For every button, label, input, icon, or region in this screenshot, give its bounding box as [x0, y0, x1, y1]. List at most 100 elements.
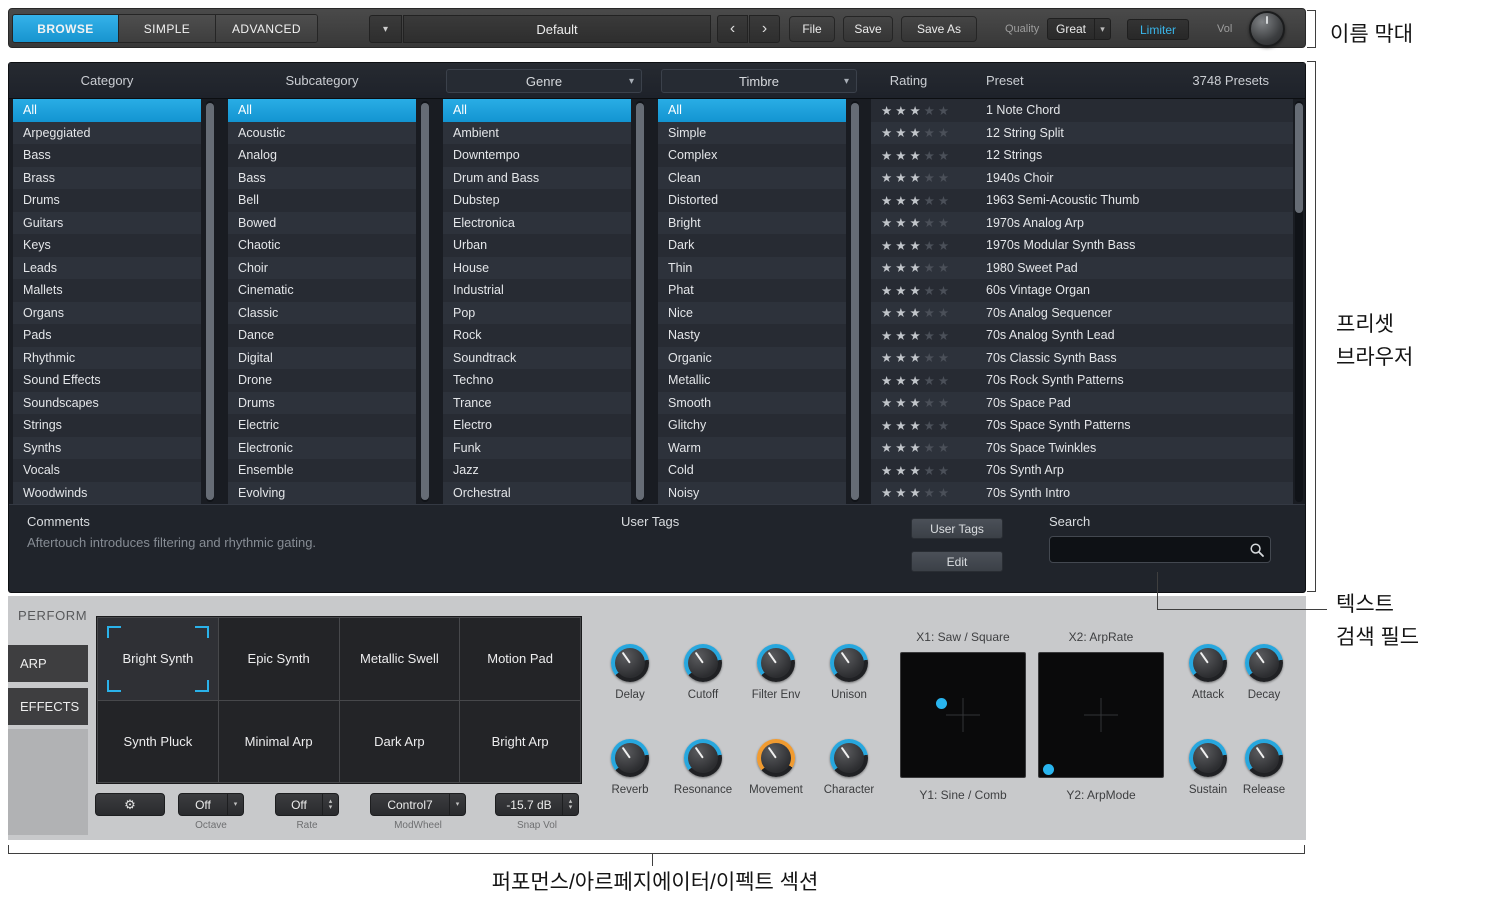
preset-row[interactable]: ★ ★ ★ ★ ★ 1980 Sweet Pad [871, 256, 1293, 279]
subcategory-item[interactable]: Cinematic [228, 279, 416, 302]
timbre-item[interactable]: Nice [658, 301, 846, 324]
category-item[interactable]: Sound Effects [13, 369, 201, 392]
rating-stars[interactable]: ★ ★ ★ ★ ★ [881, 395, 976, 410]
subcategory-item[interactable]: All [228, 99, 416, 122]
category-column-header[interactable]: Category [13, 73, 201, 88]
preset-row[interactable]: ★ ★ ★ ★ ★ 70s Space Twinkles [871, 436, 1293, 459]
subcategory-item[interactable]: Drums [228, 391, 416, 414]
timbre-column-dropdown[interactable]: Timbre ▾ [661, 69, 857, 93]
genre-item[interactable]: Trance [443, 391, 631, 414]
rating-stars[interactable]: ★ ★ ★ ★ ★ [881, 373, 976, 388]
edit-button[interactable]: Edit [911, 551, 1003, 572]
preset-row[interactable]: ★ ★ ★ ★ ★ 1963 Semi-Acoustic Thumb [871, 189, 1293, 212]
preset-row[interactable]: ★ ★ ★ ★ ★ 12 String Split [871, 121, 1293, 144]
rating-stars[interactable]: ★ ★ ★ ★ ★ [881, 170, 976, 185]
reverb-knob[interactable] [611, 739, 649, 777]
timbre-item[interactable]: Thin [658, 256, 846, 279]
preset-row[interactable]: ★ ★ ★ ★ ★ 1 Note Chord [871, 99, 1293, 122]
genre-item[interactable]: Ambient [443, 121, 631, 144]
rating-column-header[interactable]: Rating [871, 73, 946, 88]
rating-stars[interactable]: ★ ★ ★ ★ ★ [881, 463, 976, 478]
xy-handle[interactable] [1043, 764, 1054, 775]
timbre-item[interactable]: Warm [658, 436, 846, 459]
subcategory-item[interactable]: Classic [228, 301, 416, 324]
timbre-item[interactable]: Smooth [658, 391, 846, 414]
perform-pad[interactable]: Bright Arp [460, 700, 580, 782]
genre-item[interactable]: Orchestral [443, 481, 631, 504]
user-tags-button[interactable]: User Tags [911, 518, 1003, 539]
genre-item[interactable]: Urban [443, 234, 631, 257]
preset-row[interactable]: ★ ★ ★ ★ ★ 1970s Modular Synth Bass [871, 234, 1293, 257]
perform-pad[interactable]: Metallic Swell [339, 618, 460, 700]
subcategory-item[interactable]: Bass [228, 166, 416, 189]
category-item[interactable]: Organs [13, 301, 201, 324]
rating-stars[interactable]: ★ ★ ★ ★ ★ [881, 103, 976, 118]
rating-stars[interactable]: ★ ★ ★ ★ ★ [881, 238, 976, 253]
genre-column-dropdown[interactable]: Genre ▾ [446, 69, 642, 93]
subcategory-item[interactable]: Choir [228, 256, 416, 279]
preset-menu-button[interactable]: ▾ [369, 15, 402, 43]
rating-stars[interactable]: ★ ★ ★ ★ ★ [881, 440, 976, 455]
xy-pad-2[interactable] [1038, 652, 1164, 778]
preset-row[interactable]: ★ ★ ★ ★ ★ 70s Analog Sequencer [871, 301, 1293, 324]
xy-handle[interactable] [936, 698, 947, 709]
scrollbar-thumb[interactable] [421, 103, 429, 500]
next-preset-button[interactable]: › [749, 15, 780, 43]
preset-row[interactable]: ★ ★ ★ ★ ★ 1970s Analog Arp [871, 211, 1293, 234]
modwheel-dropdown[interactable]: Control7 ▾ [370, 793, 466, 816]
genre-item[interactable]: Electronica [443, 211, 631, 234]
tab-simple[interactable]: SIMPLE [119, 15, 216, 42]
subcategory-item[interactable]: Bowed [228, 211, 416, 234]
rating-stars[interactable]: ★ ★ ★ ★ ★ [881, 328, 976, 343]
timbre-item[interactable]: Phat [658, 279, 846, 302]
category-item[interactable]: Rhythmic [13, 346, 201, 369]
save-as-button[interactable]: Save As [901, 16, 977, 42]
subcategory-item[interactable]: Bell [228, 189, 416, 212]
genre-item[interactable]: Funk [443, 436, 631, 459]
preset-row[interactable]: ★ ★ ★ ★ ★ 1940s Choir [871, 166, 1293, 189]
release-knob[interactable] [1245, 739, 1283, 777]
scrollbar-thumb[interactable] [1295, 103, 1303, 213]
genre-item[interactable]: All [443, 99, 631, 122]
genre-item[interactable]: Dubstep [443, 189, 631, 212]
category-item[interactable]: Guitars [13, 211, 201, 234]
sustain-knob[interactable] [1189, 739, 1227, 777]
genre-item[interactable]: Drum and Bass [443, 166, 631, 189]
category-item[interactable]: Vocals [13, 459, 201, 482]
subcategory-item[interactable]: Electric [228, 414, 416, 437]
subcategory-scrollbar[interactable] [421, 101, 429, 502]
tab-perform[interactable]: PERFORM [18, 608, 87, 623]
genre-item[interactable]: House [443, 256, 631, 279]
perform-pad[interactable]: Motion Pad [460, 618, 580, 700]
timbre-item[interactable]: Metallic [658, 369, 846, 392]
genre-item[interactable]: Jazz [443, 459, 631, 482]
timbre-item[interactable]: Noisy [658, 481, 846, 504]
rating-stars[interactable]: ★ ★ ★ ★ ★ [881, 350, 976, 365]
preset-name-display[interactable]: Default [403, 15, 711, 43]
genre-item[interactable]: Pop [443, 301, 631, 324]
attack-knob[interactable] [1189, 644, 1227, 682]
rating-stars[interactable]: ★ ★ ★ ★ ★ [881, 305, 976, 320]
genre-item[interactable]: Techno [443, 369, 631, 392]
timbre-item[interactable]: Glitchy [658, 414, 846, 437]
category-item[interactable]: Arpeggiated [13, 121, 201, 144]
category-scrollbar[interactable] [206, 101, 214, 502]
cutoff-knob[interactable] [684, 644, 722, 682]
scrollbar-thumb[interactable] [206, 103, 214, 500]
genre-item[interactable]: Rock [443, 324, 631, 347]
preset-row[interactable]: ★ ★ ★ ★ ★ 70s Space Pad [871, 391, 1293, 414]
tab-effects[interactable]: EFFECTS [8, 688, 88, 725]
category-item[interactable]: Drums [13, 189, 201, 212]
preset-row[interactable]: ★ ★ ★ ★ ★ 12 Strings [871, 144, 1293, 167]
tab-advanced[interactable]: ADVANCED [216, 15, 317, 42]
quality-dropdown[interactable]: Great ▾ [1047, 18, 1111, 40]
timbre-item[interactable]: Simple [658, 121, 846, 144]
category-item[interactable]: Pads [13, 324, 201, 347]
subcategory-column-header[interactable]: Subcategory [228, 73, 416, 88]
timbre-item[interactable]: Complex [658, 144, 846, 167]
search-input[interactable] [1050, 537, 1270, 562]
subcategory-item[interactable]: Dance [228, 324, 416, 347]
volume-knob[interactable] [1249, 11, 1285, 47]
genre-item[interactable]: Soundtrack [443, 346, 631, 369]
preset-row[interactable]: ★ ★ ★ ★ ★ 70s Classic Synth Bass [871, 346, 1293, 369]
